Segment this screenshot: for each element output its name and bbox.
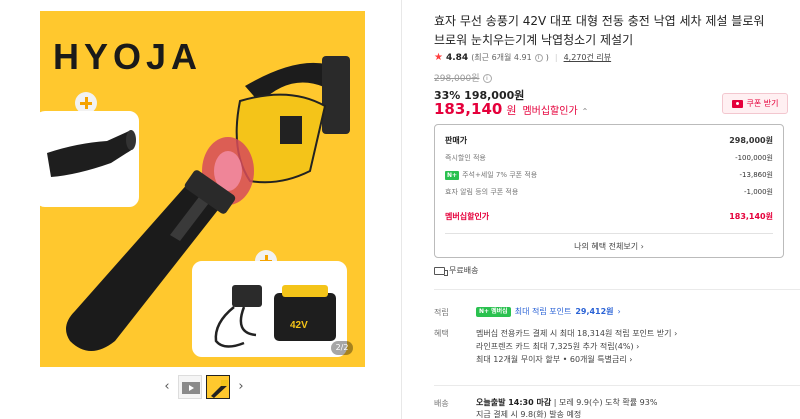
reviews-link[interactable]: 4,270건 리뷰 (564, 52, 612, 63)
rating-score: 4.84 (445, 52, 469, 63)
price-row-label: 판매가 (445, 136, 468, 145)
delivery-arrival: | 모레 9.9(수) 도착 확률 93% (551, 398, 658, 407)
thumbnail-2[interactable] (206, 375, 230, 399)
naver-plus-membership-badge: N+ 멤버십 (476, 306, 511, 317)
chevron-up-icon[interactable]: ⌃ (582, 107, 589, 116)
original-price-value: 298,000원 (434, 74, 480, 84)
price-row-value: 298,000원 (729, 136, 773, 145)
price-row-sale: 판매가 298,000원 (445, 135, 773, 146)
final-price-row: 183,140 원 멤버십할인가 ⌃ (434, 100, 588, 118)
delivery-dispatch: 지금 결제 시 9.8(화) 발송 예정 (476, 410, 582, 419)
view-all-benefits-link[interactable]: 나의 혜택 전체보기 › (435, 241, 783, 252)
final-price-unit: 원 (506, 104, 517, 117)
points-amount: 29,412원 (575, 307, 614, 316)
original-price: 298,000원 i (434, 71, 492, 84)
info-icon[interactable]: i (534, 53, 543, 62)
shipping-row: 무료배송 (434, 265, 478, 276)
rating-row: ★ 4.84 (최근 6개월 4.91 i ) | 4,270건 리뷰 (434, 52, 611, 63)
price-row-label: 멤버십할인가 (445, 212, 490, 221)
price-row-label: 즉시할인 적용 (445, 154, 486, 162)
image-counter: 2/2 (331, 341, 353, 355)
battery-voltage-label: 42V (290, 320, 308, 331)
info-icon[interactable]: i (482, 74, 492, 83)
price-row-value: -1,000원 (743, 188, 773, 196)
delivery-cutoff: 오늘출발 14:30 마감 (476, 398, 552, 407)
benefit-item[interactable]: 멤버십 전용카드 결제 시 최대 18,314원 적립 포인트 받기 › (476, 327, 677, 340)
member-price-label: 멤버십할인가 (522, 106, 578, 117)
coupon-button[interactable]: 쿠폰 받기 (722, 93, 788, 114)
separator: | (554, 53, 558, 62)
divider (445, 233, 773, 234)
product-main-image[interactable]: HYOJA 42V 2/2 (40, 11, 365, 367)
price-row-value: 183,140원 (729, 212, 773, 221)
thumbnail-strip: ‹ › (160, 374, 248, 400)
points-link[interactable]: N+ 멤버십 최대 적립 포인트 29,412원 › (476, 306, 621, 317)
coupon-icon (731, 99, 743, 108)
price-row-value: -100,000원 (735, 154, 773, 162)
thumb-next-button[interactable]: › (234, 375, 248, 399)
points-text: 최대 적립 포인트 (514, 307, 572, 316)
price-row-value: -13,860원 (739, 171, 773, 179)
battery-charger-image: 42V (192, 261, 347, 357)
truck-icon (434, 266, 448, 276)
rating-detail: (최근 6개월 4.91 (471, 53, 532, 62)
price-breakdown-box: 판매가 298,000원 즉시할인 적용 -100,000원 N+ 주석+세일 7… (434, 124, 784, 258)
divider (434, 385, 800, 386)
column-divider (401, 0, 402, 419)
star-icon: ★ (434, 52, 443, 63)
chevron-right-icon: › (617, 307, 621, 316)
thumbnail-1[interactable] (178, 375, 202, 399)
divider (434, 289, 800, 290)
benefit-list: 멤버십 전용카드 결제 시 최대 18,314원 적립 포인트 받기 › 라인프… (476, 327, 677, 366)
rating-detail-close: ) (545, 53, 549, 62)
thumb-prev-button[interactable]: ‹ (160, 375, 174, 399)
final-price: 183,140 (434, 100, 503, 118)
benefit-item[interactable]: 최대 12개월 무이자 할부 • 60개월 특별금리 › (476, 353, 677, 366)
price-row-member: 멤버십할인가 183,140원 (445, 211, 773, 222)
price-row-label: 효자 알림 등의 쿠폰 적용 (445, 188, 519, 196)
benefit-item[interactable]: 라인프렌즈 카드 최대 7,325원 추가 적립(4%) › (476, 340, 677, 353)
delivery-label: 배송 (434, 399, 449, 408)
benefits-label: 혜택 (434, 329, 449, 338)
price-row-instant-discount: 즉시할인 적용 -100,000원 (445, 153, 773, 163)
price-row-alert-coupon: 효자 알림 등의 쿠폰 적용 -1,000원 (445, 187, 773, 197)
price-row-coupon: N+ 주석+세일 7% 쿠폰 적용 -13,860원 (445, 170, 773, 180)
delivery-info: 오늘출발 14:30 마감 | 모레 9.9(수) 도착 확률 93% 지금 결… (476, 397, 657, 419)
points-label: 적립 (434, 308, 449, 317)
price-row-label: 주석+세일 7% 쿠폰 적용 (462, 171, 538, 179)
product-title: 효자 무선 송풍기 42V 대포 대형 전동 충전 낙엽 세차 제설 블로워 브… (434, 14, 765, 47)
shipping-label: 무료배송 (449, 266, 479, 275)
naver-plus-badge: N+ (445, 171, 460, 180)
coupon-button-label: 쿠폰 받기 (746, 99, 779, 108)
